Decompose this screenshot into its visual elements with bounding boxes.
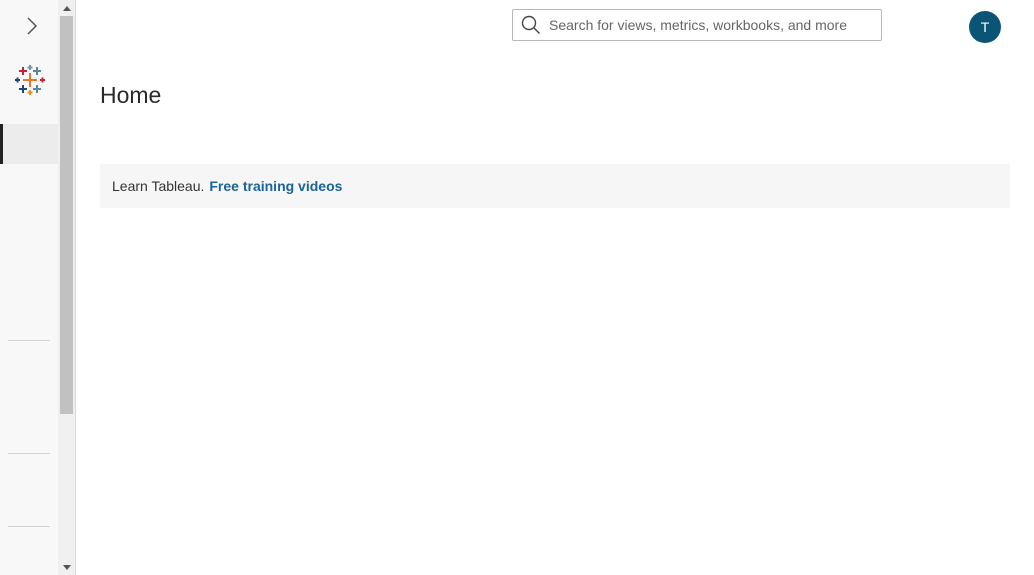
scrollbar-thumb[interactable] — [60, 16, 73, 414]
search-icon — [521, 14, 543, 36]
scroll-down-arrow-icon[interactable] — [58, 559, 75, 575]
search-input[interactable] — [549, 11, 881, 39]
free-training-videos-link[interactable]: Free training videos — [209, 178, 342, 194]
sidebar — [0, 0, 58, 575]
expand-sidebar-button[interactable] — [18, 11, 46, 41]
scroll-up-arrow-icon[interactable] — [58, 0, 75, 16]
search-box[interactable] — [512, 9, 882, 41]
main-divider — [75, 0, 76, 575]
banner-text: Learn Tableau. — [112, 178, 205, 194]
sidebar-divider — [8, 453, 50, 454]
sidebar-divider — [8, 526, 50, 527]
learning-banner: Learn Tableau. Free training videos — [100, 164, 1010, 208]
user-avatar[interactable]: T — [969, 11, 1001, 43]
sidebar-item-home[interactable] — [0, 124, 58, 164]
tableau-logo-icon[interactable] — [14, 64, 46, 96]
page-title: Home — [100, 82, 162, 108]
sidebar-scrollbar[interactable] — [58, 0, 75, 575]
sidebar-divider — [8, 340, 50, 341]
chevron-right-icon — [27, 17, 38, 35]
